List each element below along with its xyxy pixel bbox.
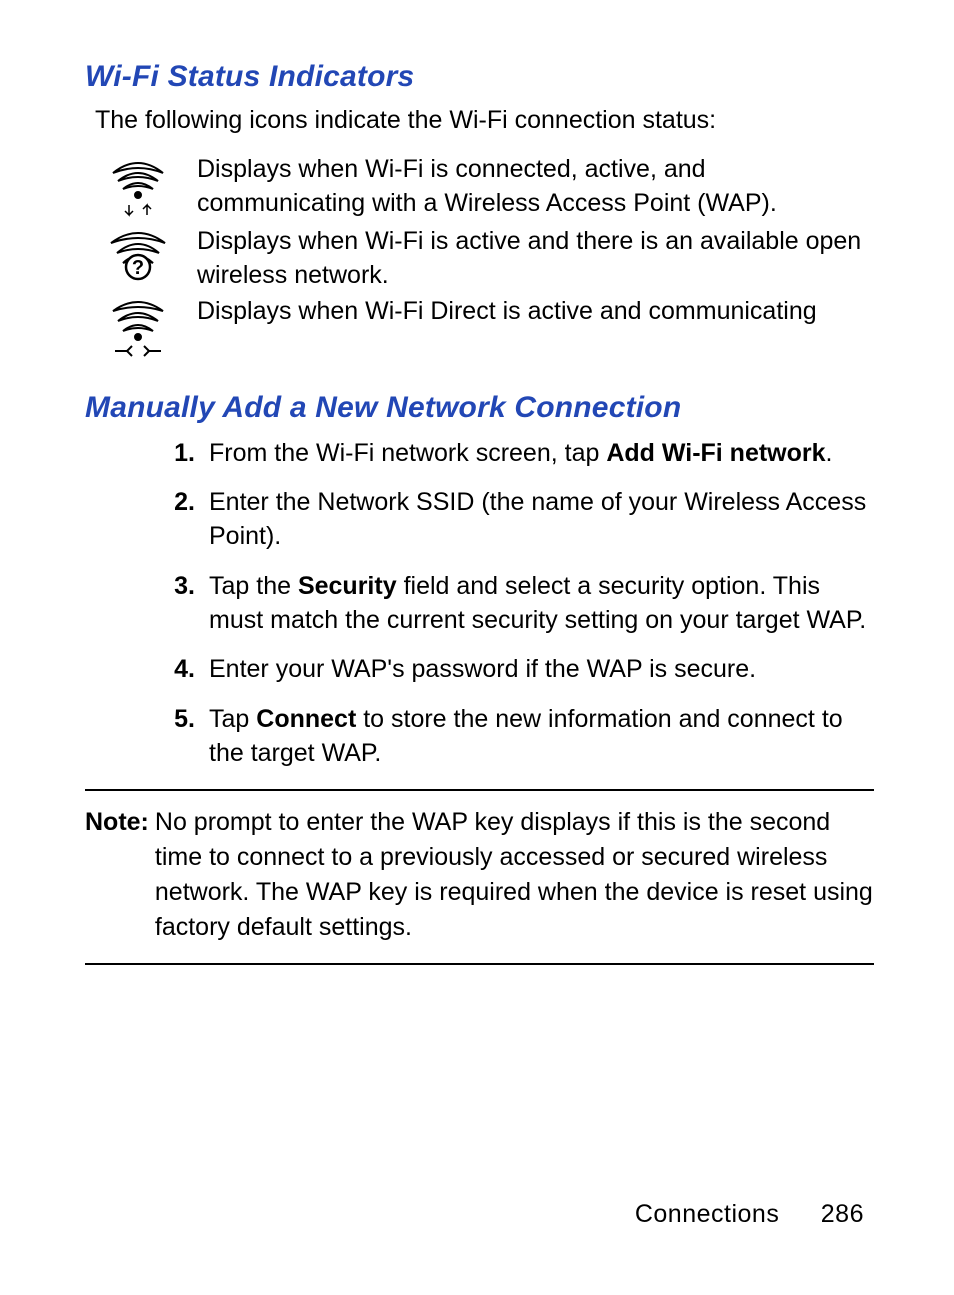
indicator-row: Displays when Wi-Fi Direct is active and… (93, 295, 874, 359)
step-number: 1. (165, 437, 195, 471)
note-text: No prompt to enter the WAP key displays … (155, 805, 874, 945)
indicator-row: Displays when Wi-Fi is connected, active… (93, 153, 874, 223)
indicator-desc: Displays when Wi-Fi is connected, active… (183, 153, 874, 221)
step-number: 2. (165, 486, 195, 520)
indicator-desc: Displays when Wi-Fi is active and there … (183, 225, 874, 293)
step-number: 3. (165, 570, 195, 604)
step-item: 1. From the Wi-Fi network screen, tap Ad… (165, 437, 874, 471)
step-item: 5. Tap Connect to store the new informat… (165, 703, 874, 771)
indicator-row: ? Displays when Wi-Fi is active and ther… (93, 225, 874, 293)
step-item: 4. Enter your WAP's password if the WAP … (165, 653, 874, 687)
step-text: Tap the Security field and select a secu… (209, 570, 874, 638)
step-list: 1. From the Wi-Fi network screen, tap Ad… (85, 437, 874, 771)
footer-page-number: 286 (821, 1200, 864, 1228)
wifi-direct-icon (93, 295, 183, 359)
step-text: Enter the Network SSID (the name of your… (209, 486, 874, 554)
step-item: 3. Tap the Security field and select a s… (165, 570, 874, 638)
step-number: 4. (165, 653, 195, 687)
note-block: Note: No prompt to enter the WAP key dis… (85, 789, 874, 965)
step-text: Enter your WAP's password if the WAP is … (209, 653, 874, 687)
footer-section: Connections (635, 1200, 779, 1228)
svg-text:?: ? (132, 257, 144, 279)
wifi-open-icon: ? (93, 225, 183, 289)
wifi-active-icon (93, 153, 183, 223)
document-page: Wi-Fi Status Indicators The following ic… (0, 0, 954, 1295)
indicator-desc: Displays when Wi-Fi Direct is active and… (183, 295, 817, 329)
step-text: From the Wi-Fi network screen, tap Add W… (209, 437, 874, 471)
heading-manual-add: Manually Add a New Network Connection (85, 391, 874, 425)
step-text: Tap Connect to store the new information… (209, 703, 874, 771)
heading-wifi-status: Wi-Fi Status Indicators (85, 60, 874, 94)
step-number: 5. (165, 703, 195, 737)
page-footer: Connections 286 (635, 1200, 864, 1229)
intro-text: The following icons indicate the Wi-Fi c… (95, 106, 874, 135)
note-label: Note: (85, 805, 149, 945)
step-item: 2. Enter the Network SSID (the name of y… (165, 486, 874, 554)
